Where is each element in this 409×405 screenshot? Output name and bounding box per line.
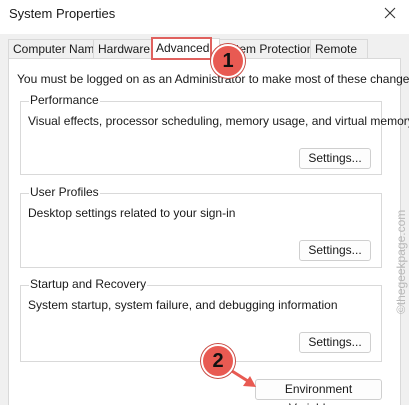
close-button[interactable] (379, 2, 401, 24)
startup-recovery-settings-button[interactable]: Settings... (299, 332, 371, 353)
step-1-badge: 1 (211, 44, 245, 78)
startup-recovery-group: Startup and Recovery System startup, sys… (20, 277, 382, 362)
environment-variables-button[interactable]: Environment Variables... (255, 379, 382, 405)
tab-remote[interactable]: Remote (310, 39, 368, 58)
watermark-label: ©thegeekpage.com (394, 210, 408, 314)
performance-description: Visual effects, processor scheduling, me… (28, 114, 409, 128)
performance-settings-button[interactable]: Settings... (299, 148, 371, 169)
close-icon (384, 7, 396, 19)
startup-recovery-legend: Startup and Recovery (29, 277, 148, 291)
admin-note: You must be logged on as an Administrato… (17, 72, 409, 86)
watermark-text: ©thegeekpage.com (394, 210, 408, 314)
tab-computer-name[interactable]: Computer Name (8, 39, 102, 58)
title-bar: System Properties (0, 0, 409, 34)
advanced-tab-highlight (151, 37, 212, 60)
performance-legend: Performance (29, 93, 100, 107)
user-profiles-legend: User Profiles (29, 185, 100, 199)
window-title: System Properties (9, 6, 116, 21)
user-profiles-description: Desktop settings related to your sign-in (28, 206, 236, 220)
performance-group: Performance Visual effects, processor sc… (20, 93, 409, 175)
user-profiles-settings-button[interactable]: Settings... (299, 240, 371, 261)
system-properties-window: System Properties Computer Name Hardware… (0, 0, 409, 405)
tab-label: Computer Name (13, 42, 102, 56)
startup-recovery-description: System startup, system failure, and debu… (28, 298, 338, 312)
tab-hardware[interactable]: Hardware (93, 39, 159, 58)
user-profiles-group: User Profiles Desktop settings related t… (20, 185, 382, 268)
tab-label: Remote (315, 42, 358, 56)
tab-label: Hardware (98, 42, 151, 56)
step-2-badge: 2 (201, 344, 235, 378)
